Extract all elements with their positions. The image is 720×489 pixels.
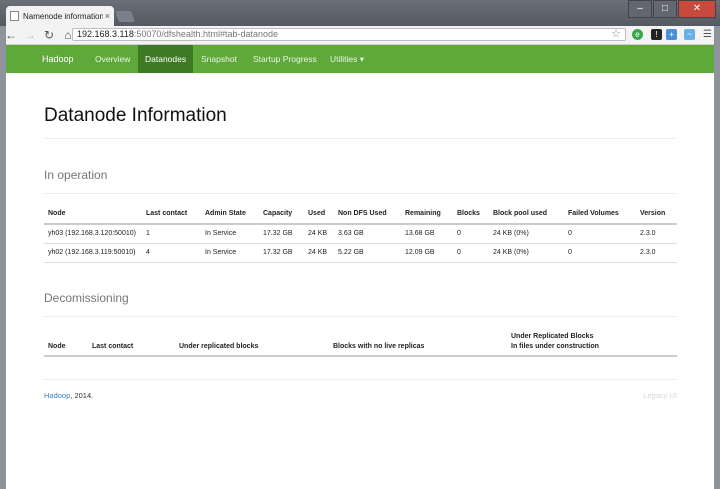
tab-title: Namenode information xyxy=(23,11,103,21)
col-node: Node xyxy=(48,210,66,217)
nav-snapshot[interactable]: Snapshot xyxy=(194,45,244,73)
url-host: 192.168.3.118 xyxy=(77,29,134,39)
hadoop-link[interactable]: Hadoop xyxy=(44,391,70,400)
in-operation-divider xyxy=(44,193,677,194)
cell-node: yh03 (192.168.3.120:50010) xyxy=(48,230,136,237)
maximize-button[interactable]: □ xyxy=(653,0,677,18)
col-version: Version xyxy=(640,210,666,217)
forward-icon[interactable]: → xyxy=(22,27,38,43)
cell-admin-state: In Service xyxy=(205,230,237,237)
window-frame-right xyxy=(714,26,720,489)
cell-remaining: 12.09 GB xyxy=(405,249,435,256)
footer-year: , 2014. xyxy=(70,391,94,400)
brand-link[interactable]: Hadoop xyxy=(42,45,74,73)
col-last-contact: Last contact xyxy=(146,210,188,217)
nav-utilities[interactable]: Utilities ▾ xyxy=(323,45,371,73)
col-failed-volumes: Failed Volumes xyxy=(568,210,619,217)
new-tab-button[interactable] xyxy=(114,11,136,22)
pin-icon[interactable]: ! xyxy=(651,29,662,40)
cell-used: 24 KB xyxy=(308,249,328,256)
browser-toolbar: ← → ↻ ⌂ 192.168.3.118:50070/dfshealth.ht… xyxy=(0,26,720,45)
legacy-ui-link[interactable]: Legacy UI xyxy=(643,391,677,400)
row-divider xyxy=(44,262,677,263)
browser-tab-strip: Namenode information × – □ ✕ xyxy=(0,0,720,26)
tab-close-icon[interactable]: × xyxy=(105,11,110,21)
col-non-dfs-used: Non DFS Used xyxy=(338,210,387,217)
table-header-divider xyxy=(44,223,677,225)
cell-block-pool-used: 24 KB (0%) xyxy=(493,230,529,237)
cell-node: yh02 (192.168.3.119:50010) xyxy=(48,249,136,256)
table-header-divider xyxy=(44,355,677,357)
nav-datanodes[interactable]: Datanodes xyxy=(138,45,194,73)
col-capacity: Capacity xyxy=(263,210,293,217)
cell-capacity: 17.32 GB xyxy=(263,249,293,256)
cell-used: 24 KB xyxy=(308,230,328,237)
page-title: Datanode Information xyxy=(44,105,227,126)
nav-overview[interactable]: Overview xyxy=(88,45,137,73)
address-bar[interactable]: 192.168.3.118:50070/dfshealth.html#tab-d… xyxy=(72,28,626,41)
in-operation-heading: In operation xyxy=(44,168,108,182)
row-divider xyxy=(44,243,677,244)
col-blocks-no-live-replicas: Blocks with no live replicas xyxy=(333,343,425,350)
cell-failed-volumes: 0 xyxy=(568,230,572,237)
decommissioning-divider xyxy=(44,316,677,317)
cell-version: 2.3.0 xyxy=(640,230,656,237)
wallpaper-icon[interactable]: ~ xyxy=(684,29,695,40)
cell-blocks: 0 xyxy=(457,249,461,256)
cell-failed-volumes: 0 xyxy=(568,249,572,256)
reload-icon[interactable]: ↻ xyxy=(41,27,57,43)
browser-tab[interactable]: Namenode information × xyxy=(6,6,114,26)
window-controls: – □ ✕ xyxy=(627,0,716,18)
cell-version: 2.3.0 xyxy=(640,249,656,256)
url-path: :50070/dfshealth.html#tab-datanode xyxy=(133,29,279,39)
col-blocks: Blocks xyxy=(457,210,480,217)
footer-divider xyxy=(44,379,677,380)
close-window-button[interactable]: ✕ xyxy=(678,0,716,18)
col-under-replicated-construction: Under Replicated Blocks xyxy=(511,333,594,340)
cell-admin-state: In Service xyxy=(205,249,237,256)
cell-last-contact: 4 xyxy=(146,249,150,256)
extension-icon[interactable]: + xyxy=(666,29,677,40)
cell-non-dfs-used: 3.63 GB xyxy=(338,230,364,237)
cell-capacity: 17.32 GB xyxy=(263,230,293,237)
page-icon xyxy=(10,11,19,21)
footer-copyright: Hadoop, 2014. xyxy=(44,391,93,400)
col-block-pool-used: Block pool used xyxy=(493,210,548,217)
col-remaining: Remaining xyxy=(405,210,441,217)
cell-last-contact: 1 xyxy=(146,230,150,237)
page-content: Datanode Information In operation Node L… xyxy=(6,73,714,489)
bookmark-star-icon[interactable]: ☆ xyxy=(611,28,621,41)
evernote-icon[interactable]: e xyxy=(632,29,643,40)
minimize-button[interactable]: – xyxy=(628,0,652,18)
menu-icon[interactable]: ☰ xyxy=(702,29,713,40)
col-node: Node xyxy=(48,343,66,350)
title-divider xyxy=(44,138,677,139)
decommissioning-heading: Decomissioning xyxy=(44,291,129,305)
col-under-replicated-blocks: Under replicated blocks xyxy=(179,343,259,350)
cell-blocks: 0 xyxy=(457,230,461,237)
cell-block-pool-used: 24 KB (0%) xyxy=(493,249,529,256)
col-last-contact: Last contact xyxy=(92,343,134,350)
cell-non-dfs-used: 5.22 GB xyxy=(338,249,364,256)
col-used: Used xyxy=(308,210,326,217)
hadoop-navbar: Hadoop Overview Datanodes Snapshot Start… xyxy=(6,45,714,74)
cell-remaining: 13.68 GB xyxy=(405,230,435,237)
col-admin-state: Admin State xyxy=(205,210,246,217)
nav-startup-progress[interactable]: Startup Progress xyxy=(246,45,324,73)
col-in-files-under-construction: In files under construction xyxy=(511,343,599,350)
